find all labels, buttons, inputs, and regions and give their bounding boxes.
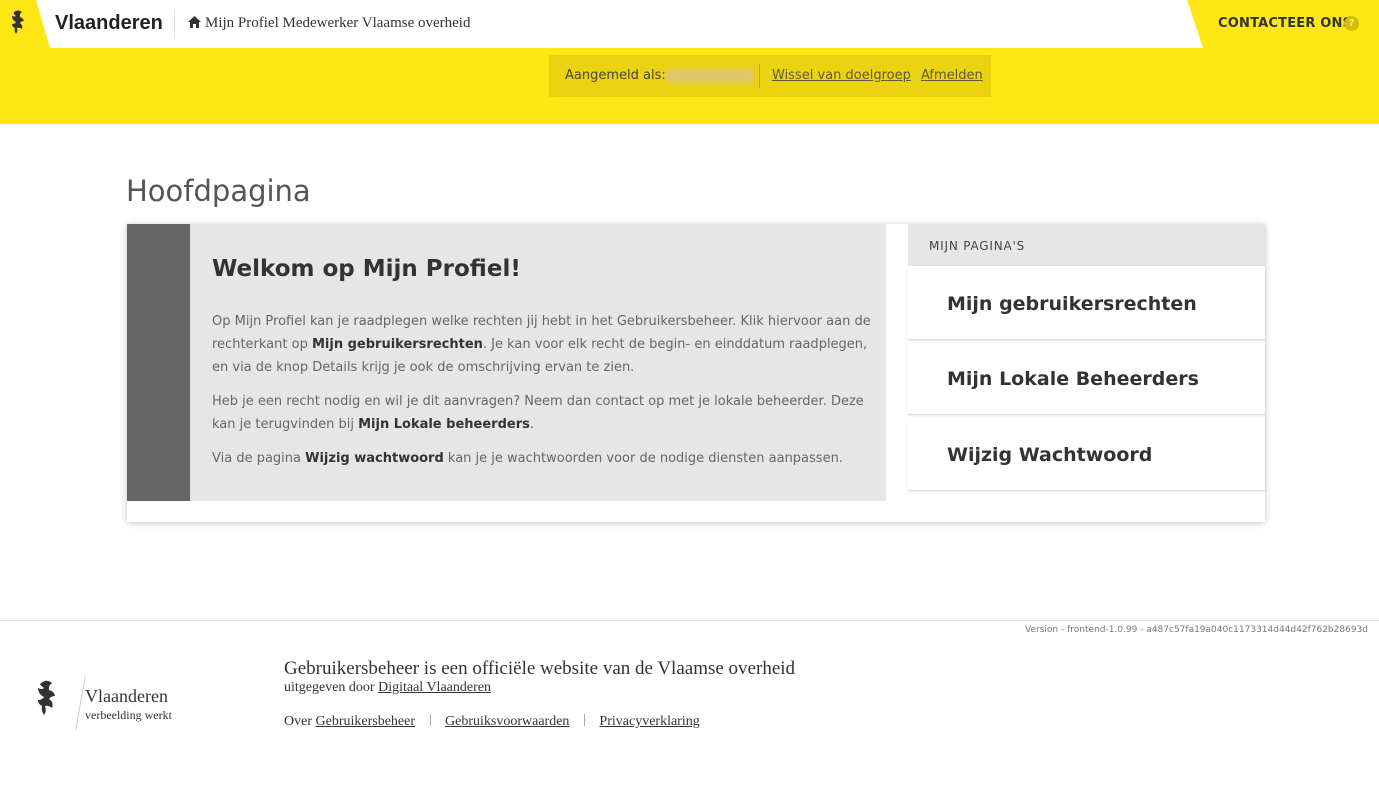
footer-tagline: verbeelding werkt — [85, 708, 172, 722]
footer-brand: Vlaanderen — [85, 686, 168, 706]
logout-link[interactable]: Afmelden — [921, 68, 983, 83]
home-icon — [188, 16, 201, 28]
footer-publisher: uitgegeven door Digitaal Vlaanderen — [284, 680, 491, 696]
sidebar-title: MIJN PAGINA'S — [929, 239, 1026, 253]
breadcrumb[interactable]: Mijn Profiel Medewerker Vlaamse overheid — [188, 15, 470, 32]
brand-name[interactable]: Vlaanderen — [55, 12, 163, 35]
welcome-text: Op Mijn Profiel kan je raadplegen welke … — [212, 310, 872, 481]
version-label: Version - frontend-1.0.99 - a487c57fa19a… — [1025, 625, 1368, 635]
welcome-title: Welkom op Mijn Profiel! — [212, 256, 521, 282]
welcome-accent-bar — [127, 224, 190, 501]
help-icon: ? — [1344, 16, 1359, 31]
privacy-link[interactable]: Privacyverklaring — [599, 714, 699, 729]
publisher-prefix: uitgegeven door — [284, 680, 375, 695]
login-divider — [759, 64, 760, 88]
sidebar-item-change-password[interactable]: Wijzig Wachtwoord — [908, 417, 1265, 491]
footer-divider — [0, 620, 1379, 621]
breadcrumb-label[interactable]: Mijn Profiel Medewerker Vlaamse overheid — [205, 15, 470, 31]
about-link[interactable]: Gebruikersbeheer — [316, 714, 416, 729]
text: . — [529, 417, 534, 432]
text: kan je je wachtwoorden voor de nodige di… — [443, 451, 843, 466]
login-status: Aangemeld als: Wissel van doelgroep Afme… — [549, 55, 991, 97]
header-divider — [174, 10, 175, 38]
about-prefix: Over — [284, 714, 312, 729]
footer-links: Over Gebruikersbeheer Gebruiksvoorwaarde… — [284, 714, 700, 730]
terms-link[interactable]: Gebruiksvoorwaarden — [445, 714, 569, 729]
request-paragraph: Heb je een recht nodig en wil je dit aan… — [212, 390, 872, 436]
sidebar-item-label: Mijn gebruikersrechten — [947, 293, 1197, 315]
main-card: Welkom op Mijn Profiel! Op Mijn Profiel … — [127, 224, 1265, 522]
password-paragraph: Via de pagina Wijzig wachtwoord kan je j… — [212, 447, 872, 470]
footer-title: Gebruikersbeheer is een officiële websit… — [284, 658, 796, 679]
link-separator — [583, 714, 585, 726]
emphasis-change-password: Wijzig wachtwoord — [305, 451, 444, 466]
publisher-link[interactable]: Digitaal Vlaanderen — [378, 680, 491, 695]
sidebar-item-label: Wijzig Wachtwoord — [947, 444, 1153, 466]
vlaanderen-logo[interactable] — [0, 0, 50, 48]
emphasis-my-rights: Mijn gebruikersrechten — [311, 337, 483, 352]
sidebar-item-label: Mijn Lokale Beheerders — [947, 368, 1199, 390]
top-header: Vlaanderen Mijn Profiel Medewerker Vlaam… — [0, 0, 1379, 48]
switch-target-group-link[interactable]: Wissel van doelgroep — [772, 68, 911, 83]
footer-lion-icon — [38, 680, 55, 715]
text: Via de pagina — [212, 451, 306, 466]
page-title: Hoofdpagina — [126, 174, 311, 208]
intro-paragraph: Op Mijn Profiel kan je raadplegen welke … — [212, 310, 872, 379]
blurred-username — [666, 69, 754, 83]
contact-label: CONTACTEER ONS — [1218, 16, 1353, 31]
text: Heb je een recht nodig en wil je dit aan… — [212, 394, 864, 432]
emphasis-local-admins: Mijn Lokale beheerders — [358, 417, 530, 432]
login-label: Aangemeld als: — [565, 68, 666, 83]
welcome-panel: Welkom op Mijn Profiel! Op Mijn Profiel … — [127, 224, 886, 501]
my-pages-sidebar: MIJN PAGINA'S Mijn gebruikersrechten Mij… — [908, 224, 1265, 491]
sidebar-header: MIJN PAGINA'S — [908, 224, 1265, 266]
link-separator — [429, 714, 431, 726]
sidebar-item-local-admins[interactable]: Mijn Lokale Beheerders — [908, 341, 1265, 415]
sidebar-item-my-rights[interactable]: Mijn gebruikersrechten — [908, 266, 1265, 340]
yellow-band: Aangemeld als: Wissel van doelgroep Afme… — [0, 48, 1379, 124]
lion-icon — [0, 0, 50, 48]
contact-button[interactable]: CONTACTEER ONS ? — [1187, 0, 1379, 48]
